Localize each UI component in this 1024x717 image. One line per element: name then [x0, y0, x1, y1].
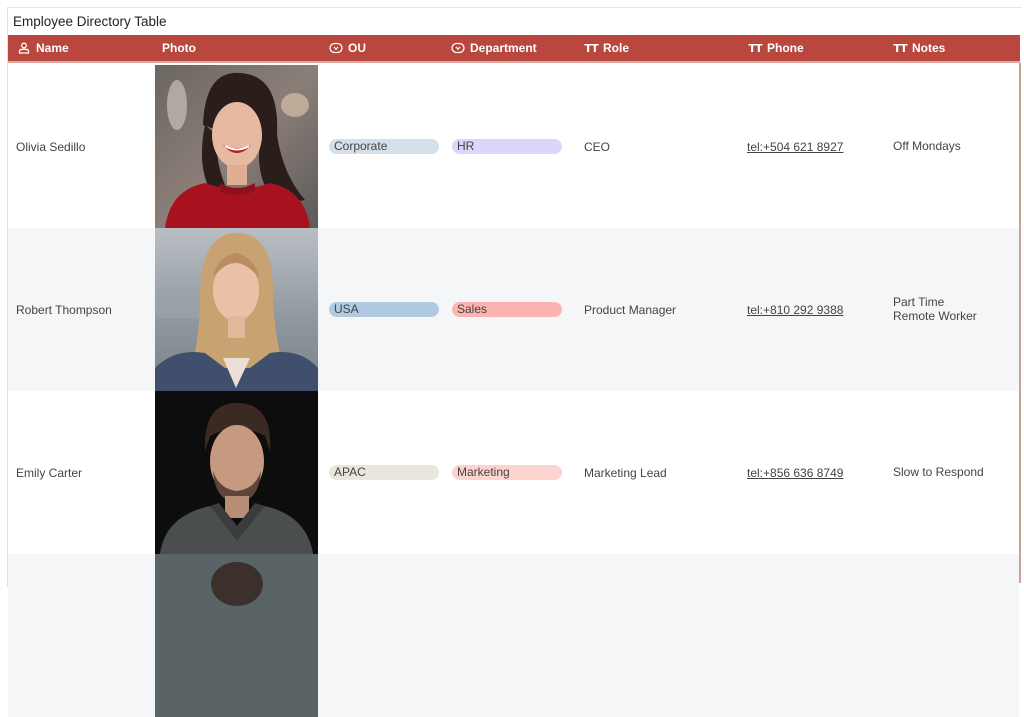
notes-cell: Slow to Respond — [893, 391, 984, 554]
person-icon — [17, 41, 31, 55]
text-icon: TT — [584, 41, 598, 55]
text-icon: TT — [748, 41, 762, 55]
name-cell: Emily Carter — [16, 465, 83, 480]
notes-line: Part Time — [893, 295, 945, 309]
text-icon: TT — [893, 41, 907, 55]
role-cell: Marketing Lead — [584, 465, 667, 480]
notes-cell: Part Time Remote Worker — [893, 228, 977, 391]
column-header-photo[interactable]: Photo — [162, 35, 196, 61]
column-label: OU — [348, 41, 366, 55]
table-row[interactable]: Robert Thompson USA Sales Product Manage… — [8, 228, 1019, 391]
table-scroll-edge — [1019, 63, 1021, 583]
notes-cell: Off Mondays — [893, 65, 961, 228]
phone-link[interactable]: tel:+810 292 9388 — [747, 303, 843, 317]
department-cell[interactable]: Marketing — [452, 391, 562, 554]
column-header-ou[interactable]: OU — [329, 35, 366, 61]
column-label: Name — [36, 41, 69, 55]
column-header-department[interactable]: Department — [451, 35, 537, 61]
ou-cell[interactable]: USA — [329, 228, 439, 391]
dropdown-icon — [451, 41, 465, 55]
employee-directory-table: Employee Directory Table Name Photo OU D… — [7, 7, 1022, 717]
phone-cell: tel:+504 621 8927 — [747, 65, 843, 228]
employee-photo — [155, 554, 318, 717]
table-row[interactable] — [8, 554, 1019, 717]
phone-link[interactable]: tel:+504 621 8927 — [747, 140, 843, 154]
notes-line: Slow to Respond — [893, 464, 984, 479]
employee-photo — [155, 391, 318, 554]
ou-tag: USA — [329, 302, 439, 317]
employee-photo — [155, 65, 318, 228]
ou-tag: APAC — [329, 465, 439, 480]
table-row[interactable]: Olivia Sedillo Corporate HR CEO tel:+504… — [8, 65, 1019, 228]
notes-line: Remote Worker — [893, 308, 977, 323]
column-label: Department — [470, 41, 537, 55]
department-tag: HR — [452, 139, 562, 154]
ou-tag: Corporate — [329, 139, 439, 154]
table-title: Employee Directory Table — [13, 14, 167, 29]
column-label: Notes — [912, 41, 946, 55]
column-label: Role — [603, 41, 630, 55]
column-header-phone[interactable]: TT Phone — [748, 35, 804, 61]
role-cell: CEO — [584, 139, 611, 154]
role-cell: Product Manager — [584, 302, 677, 317]
phone-cell: tel:+856 636 8749 — [747, 391, 843, 554]
column-label: Phone — [767, 41, 804, 55]
column-header-name[interactable]: Name — [17, 35, 69, 61]
phone-link[interactable]: tel:+856 636 8749 — [747, 466, 843, 480]
column-header-notes[interactable]: TT Notes — [893, 35, 945, 61]
employee-photo — [155, 228, 318, 391]
column-header-role[interactable]: TT Role — [584, 35, 629, 61]
table-row[interactable]: Emily Carter APAC Marketing Marketing Le… — [8, 391, 1019, 554]
phone-cell: tel:+810 292 9388 — [747, 228, 843, 391]
ou-cell[interactable]: Corporate — [329, 65, 439, 228]
department-tag: Marketing — [452, 465, 562, 480]
name-cell: Olivia Sedillo — [16, 139, 86, 154]
ou-cell[interactable]: APAC — [329, 391, 439, 554]
table-header: Name Photo OU Department TT Role TT Phon… — [8, 35, 1020, 63]
notes-line: Off Mondays — [893, 138, 961, 153]
department-cell[interactable]: Sales — [452, 228, 562, 391]
column-label: Photo — [162, 41, 196, 55]
department-cell[interactable]: HR — [452, 65, 562, 228]
name-cell: Robert Thompson — [16, 302, 112, 317]
dropdown-icon — [329, 41, 343, 55]
table-title-bar: Employee Directory Table — [8, 7, 1022, 35]
department-tag: Sales — [452, 302, 562, 317]
